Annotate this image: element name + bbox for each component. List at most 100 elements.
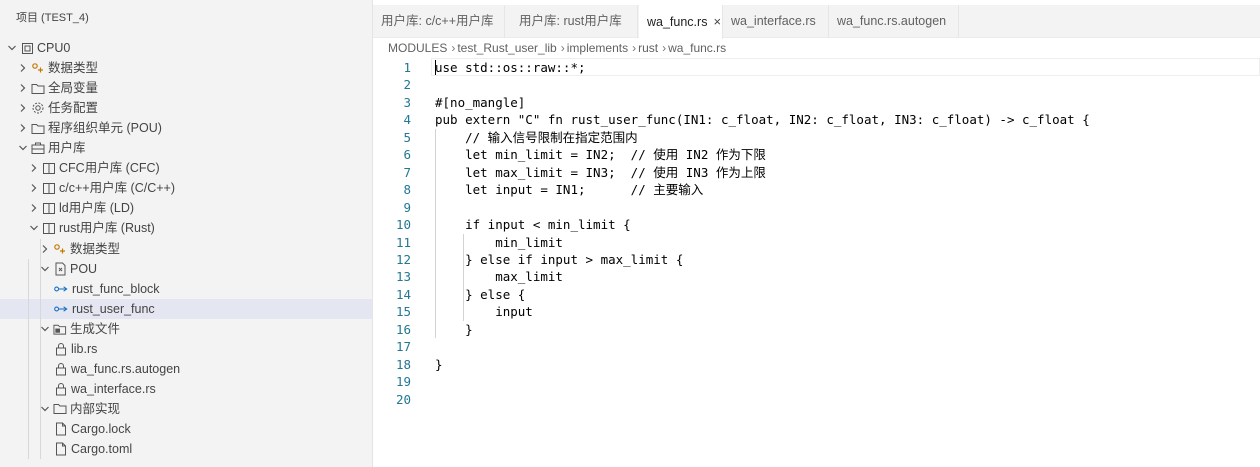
tree-item[interactable]: wa_func.rs.autogen <box>0 359 372 379</box>
code-line: 20 <box>373 391 1253 408</box>
tab-wa-func-rs-autogen[interactable]: wa_func.rs.autogen <box>829 5 959 38</box>
tree-item-label: 生成文件 <box>70 321 121 336</box>
chevron-right-icon[interactable] <box>17 118 29 138</box>
code-text: let input = IN1; // 主要输入 <box>435 182 704 198</box>
breadcrumb-separator-icon: › <box>662 41 667 55</box>
code-text: } else if input > max_limit { <box>435 251 684 267</box>
breadcrumb-lib[interactable]: test_Rust_user_lib <box>457 41 556 55</box>
tab-wa-interface-rs[interactable]: wa_interface.rs <box>723 5 829 38</box>
breadcrumb-file[interactable]: wa_func.rs <box>668 41 726 55</box>
line-number: 17 <box>395 339 411 355</box>
datatype-icon <box>31 61 45 75</box>
tree-item[interactable]: rust_user_func <box>0 298 372 319</box>
tab-wa-func-rs[interactable]: wa_func.rs × <box>639 5 723 39</box>
tab-rust-library[interactable]: 用户库: rust用户库 <box>511 5 638 38</box>
code-line: 17 <box>373 338 1253 355</box>
line-number: 18 <box>395 356 411 372</box>
tree-item-label: 程序组织单元 (POU) <box>48 121 162 136</box>
chevron-down-icon[interactable] <box>17 138 29 158</box>
book-icon <box>42 181 56 195</box>
line-number: 6 <box>403 147 411 163</box>
tree-item[interactable]: 数据类型 <box>0 239 372 259</box>
code-text: } else { <box>435 286 526 302</box>
tab-c-cpp-library[interactable]: 用户库: c/c++用户库 <box>373 5 505 38</box>
tree-item[interactable]: rust用户库 (Rust) <box>0 218 372 238</box>
tree-item-label: 用户库 <box>48 141 86 156</box>
lock-icon <box>54 382 68 396</box>
tab-label: wa_func.rs.autogen <box>837 14 947 28</box>
tree-item-label: 数据类型 <box>70 241 121 256</box>
line-number: 10 <box>395 217 411 233</box>
code-line: 13 max_limit <box>373 268 1253 285</box>
gear-icon <box>31 101 45 115</box>
breadcrumb-implements[interactable]: implements <box>567 41 628 55</box>
chevron-right-icon[interactable] <box>28 178 40 198</box>
tree-item[interactable]: 数据类型 <box>0 58 372 78</box>
tree-item-label: 内部实现 <box>70 401 121 416</box>
line-number: 2 <box>403 77 411 93</box>
code-indent-guide <box>463 233 464 321</box>
breadcrumb-separator-icon: › <box>451 41 456 55</box>
tree-item[interactable]: wa_interface.rs <box>0 379 372 399</box>
link-icon <box>54 302 68 316</box>
tree-item[interactable]: CFC用户库 (CFC) <box>0 158 372 178</box>
chevron-down-icon[interactable] <box>6 38 18 58</box>
tree-item[interactable]: Cargo.lock <box>0 419 372 439</box>
tree-item[interactable]: 程序组织单元 (POU) <box>0 118 372 138</box>
line-number: 12 <box>395 251 411 267</box>
book-icon <box>42 201 56 215</box>
line-number: 19 <box>395 374 411 390</box>
code-line: 16 } <box>373 321 1253 338</box>
breadcrumb-separator-icon: › <box>632 41 637 55</box>
code-line: 19 <box>373 373 1253 390</box>
breadcrumb-modules[interactable]: MODULES <box>388 41 447 55</box>
chevron-right-icon[interactable] <box>17 78 29 98</box>
tree-item[interactable]: CPU0 <box>0 38 372 58</box>
tree-item[interactable]: 内部实现 <box>0 399 372 419</box>
tree-item[interactable]: rust_func_block <box>0 279 372 299</box>
indent-guide <box>28 258 29 460</box>
tree-item-label: c/c++用户库 (C/C++) <box>59 181 175 196</box>
chevron-right-icon[interactable] <box>17 58 29 78</box>
code-line: 14 } else { <box>373 286 1253 303</box>
chevron-right-icon[interactable] <box>28 198 40 218</box>
tree-item[interactable]: 生成文件 <box>0 319 372 339</box>
code-line: 9 <box>373 199 1253 216</box>
tree-item-label: CPU0 <box>37 41 71 55</box>
device-icon <box>20 41 34 55</box>
tab-label: 用户库: rust用户库 <box>519 14 622 28</box>
code-line: 12 } else if input > max_limit { <box>373 251 1253 268</box>
tree-item-label: Cargo.lock <box>71 421 131 436</box>
library-icon <box>31 141 45 155</box>
code-text: max_limit <box>435 269 563 285</box>
tree-item[interactable]: 用户库 <box>0 138 372 158</box>
file-icon <box>54 442 68 456</box>
tree-item[interactable]: 全局变量 <box>0 78 372 98</box>
chevron-down-icon[interactable] <box>28 218 40 238</box>
line-number: 7 <box>403 164 411 180</box>
tree-item[interactable]: ld用户库 (LD) <box>0 198 372 218</box>
line-number: 13 <box>395 269 411 285</box>
tree-item[interactable]: c/c++用户库 (C/C++) <box>0 178 372 198</box>
code-editor[interactable]: 1 use std::os::raw::*; 2 3 #[no_mangle] 4 pub … <box>373 58 1260 467</box>
tree-item-label: wa_func.rs.autogen <box>71 361 181 376</box>
code-text: // 输入信号限制在指定范围内 <box>435 129 638 145</box>
close-tab-icon[interactable]: × <box>713 5 721 38</box>
chevron-right-icon[interactable] <box>28 158 40 178</box>
tree-item-label: CFC用户库 (CFC) <box>59 161 160 176</box>
line-number: 11 <box>395 234 411 250</box>
chevron-right-icon[interactable] <box>17 98 29 118</box>
code-text: pub extern "C" fn rust_user_func(IN1: c_… <box>435 112 1090 128</box>
code-text: min_limit <box>435 234 563 250</box>
line-number: 15 <box>395 304 411 320</box>
code-line: 15 input <box>373 303 1253 320</box>
tree-item[interactable]: lib.rs <box>0 339 372 359</box>
breadcrumb-rust[interactable]: rust <box>638 41 658 55</box>
code-line: 7 let max_limit = IN3; // 使用 IN3 作为上限 <box>373 164 1253 181</box>
tree-item[interactable]: Cargo.toml <box>0 439 372 459</box>
tree-item[interactable]: POU <box>0 259 372 279</box>
tab-label: 用户库: c/c++用户库 <box>381 14 494 28</box>
line-number: 1 <box>403 60 411 75</box>
tree-item[interactable]: 任务配置 <box>0 98 372 118</box>
tree-item-label: lib.rs <box>71 341 98 356</box>
